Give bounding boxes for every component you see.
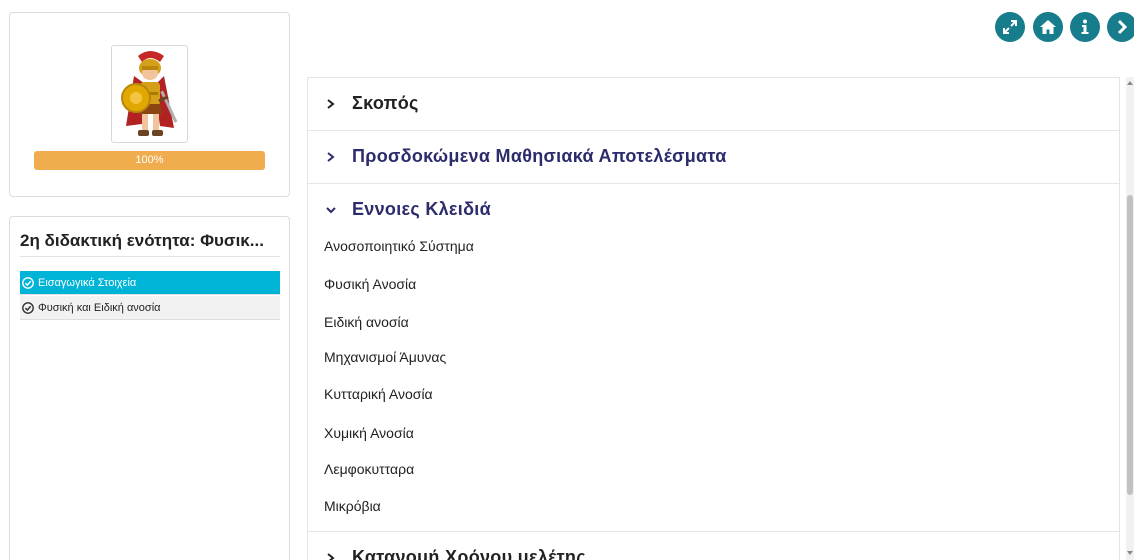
- progress-label: 100%: [135, 154, 164, 166]
- accordion-title: Προσδοκώμενα Μαθησιακά Αποτελέσματα: [352, 146, 727, 166]
- info-icon: [1081, 19, 1089, 34]
- check-circle-icon: [22, 302, 34, 314]
- expand-icon: [1003, 20, 1017, 34]
- home-button[interactable]: [1033, 12, 1063, 42]
- concept-item: Λεμφοκυτταρα: [324, 461, 415, 477]
- concept-item: Μηχανισμοί Άμυνας: [324, 349, 447, 365]
- accordion-title: Εννοιες Κλειδιά: [352, 199, 491, 219]
- profile-card: 100%: [9, 12, 290, 197]
- avatar: [111, 45, 188, 143]
- unit-title: 2η διδακτική ενότητα: Φυσικ...: [20, 231, 264, 250]
- gladiator-avatar-icon: [121, 51, 178, 136]
- chevron-right-icon: [327, 152, 335, 162]
- lesson-label: Φυσική και Ειδική ανοσία: [38, 302, 161, 314]
- unit-panel: 2η διδακτική ενότητα: Φυσικ... Εισαγωγικ…: [9, 216, 290, 560]
- scrollbar-thumb[interactable]: [1127, 195, 1133, 495]
- lesson-label: Εισαγωγικά Στοιχεία: [38, 277, 137, 289]
- concept-item: Ανοσοποιητικό Σύστημα: [324, 238, 474, 254]
- divider: [20, 256, 280, 257]
- concept-item: Κυτταρική Ανοσία: [324, 386, 433, 402]
- accordion-title: Κατανομή Χρόνου μελέτης: [352, 547, 586, 560]
- accordion: Σκοπός Προσδοκώμενα Μαθησιακά Αποτελέσμα…: [307, 77, 1120, 560]
- accordion-header-key-concepts[interactable]: Εννοιες Κλειδιά: [308, 184, 1119, 237]
- concept-item: Χυμική Ανοσία: [324, 425, 414, 441]
- lesson-item-immunity[interactable]: Φυσική και Ειδική ανοσία: [20, 296, 280, 320]
- scroll-up-icon[interactable]: [1127, 80, 1133, 86]
- accordion-title: Σκοπός: [352, 93, 419, 113]
- lesson-item-intro[interactable]: Εισαγωγικά Στοιχεία: [20, 271, 280, 295]
- accordion-header-purpose[interactable]: Σκοπός: [308, 78, 1119, 131]
- accordion-header-learning-outcomes[interactable]: Προσδοκώμενα Μαθησιακά Αποτελέσματα: [308, 131, 1119, 184]
- chevron-down-icon: [326, 207, 336, 214]
- scroll-down-icon[interactable]: [1127, 550, 1133, 556]
- next-button[interactable]: [1107, 12, 1134, 42]
- home-icon: [1040, 20, 1056, 34]
- concept-item: Μικρόβια: [324, 498, 381, 514]
- accordion-header-study-time[interactable]: Κατανομή Χρόνου μελέτης: [308, 531, 1119, 560]
- info-button[interactable]: [1070, 12, 1100, 42]
- fullscreen-button[interactable]: [995, 12, 1025, 42]
- chevron-right-icon: [1117, 19, 1128, 35]
- chevron-right-icon: [327, 99, 335, 109]
- concept-item: Ειδική ανοσία: [324, 314, 409, 330]
- chevron-right-icon: [327, 553, 335, 560]
- concept-item: Φυσική Ανοσία: [324, 276, 417, 292]
- progress-bar: 100%: [34, 151, 265, 170]
- check-circle-icon: [22, 277, 34, 289]
